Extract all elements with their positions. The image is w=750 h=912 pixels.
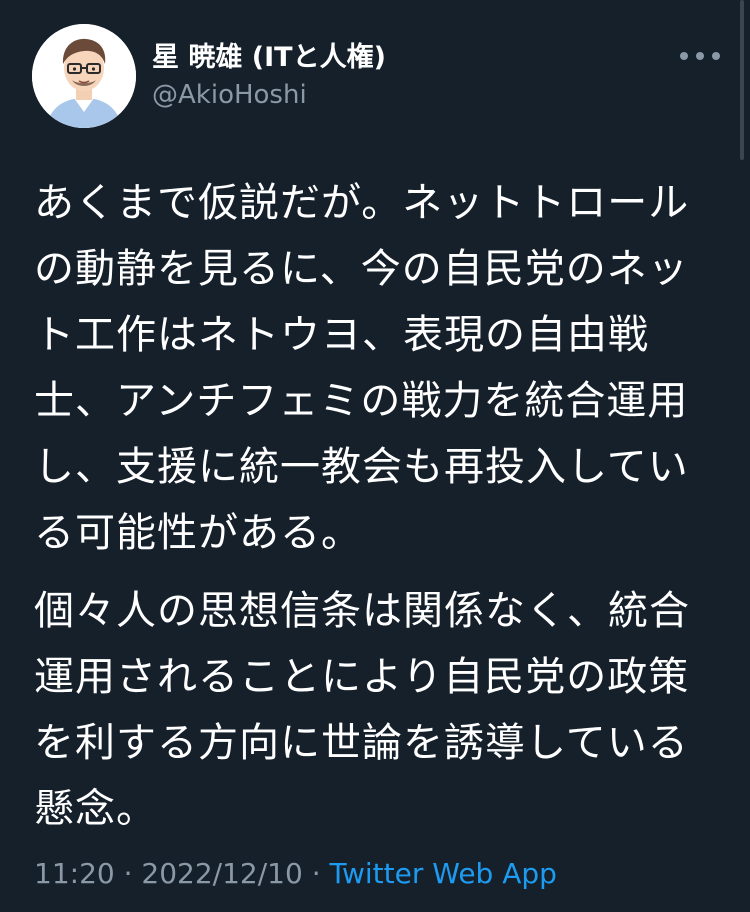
avatar-illustration	[32, 24, 136, 128]
more-dot	[712, 52, 720, 60]
tweet-date[interactable]: 2022/12/10	[141, 857, 302, 890]
tweet-source-link[interactable]: Twitter Web App	[330, 857, 557, 890]
tweet-paragraph: あくまで仮説だが。ネットトロール の動静を見るに、今の自民党のネッ ト工作はネト…	[34, 180, 690, 556]
scrollbar[interactable]	[740, 0, 744, 160]
avatar[interactable]	[32, 24, 136, 128]
more-dot	[696, 52, 704, 60]
meta-separator: ·	[311, 857, 321, 890]
tweet-time[interactable]: 11:20	[34, 857, 115, 890]
more-dot	[680, 52, 688, 60]
more-horizontal-icon[interactable]	[680, 44, 720, 68]
tweet-meta: 11:20 · 2022/12/10 · Twitter Web App	[34, 856, 557, 892]
display-name[interactable]: 星 暁雄 (ITと人権)	[152, 40, 386, 76]
tweet: 星 暁雄 (ITと人権) @AkioHoshi あくまで仮説だが。ネットトロール…	[0, 0, 750, 912]
tweet-paragraph: 個々人の思想信条は関係なく、統合 運用されることにより自民党の政策 を利する方向…	[34, 588, 690, 832]
meta-separator: ·	[123, 857, 133, 890]
tweet-text: あくまで仮説だが。ネットトロール の動静を見るに、今の自民党のネッ ト工作はネト…	[34, 170, 714, 842]
user-handle[interactable]: @AkioHoshi	[152, 78, 307, 112]
